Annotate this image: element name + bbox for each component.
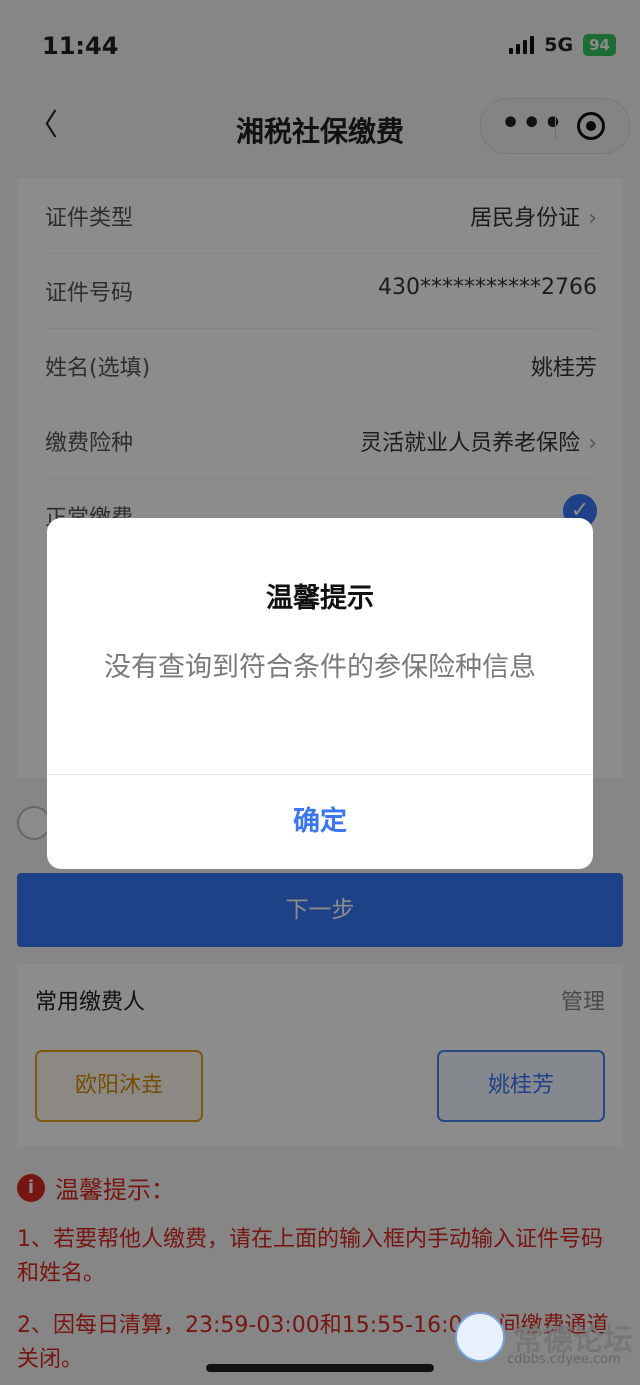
home-indicator bbox=[206, 1364, 434, 1372]
dialog-message: 没有查询到符合条件的参保险种信息 bbox=[104, 652, 536, 683]
watermark: 常德论坛 cdbbs.cdyee.com bbox=[455, 1312, 633, 1367]
alert-dialog: 温馨提示 没有查询到符合条件的参保险种信息 确定 bbox=[47, 518, 593, 869]
dialog-title: 温馨提示 bbox=[266, 583, 374, 614]
confirm-button[interactable]: 确定 bbox=[47, 775, 593, 869]
forum-logo-icon bbox=[455, 1312, 505, 1362]
watermark-url: cdbbs.cdyee.com bbox=[507, 1352, 621, 1367]
